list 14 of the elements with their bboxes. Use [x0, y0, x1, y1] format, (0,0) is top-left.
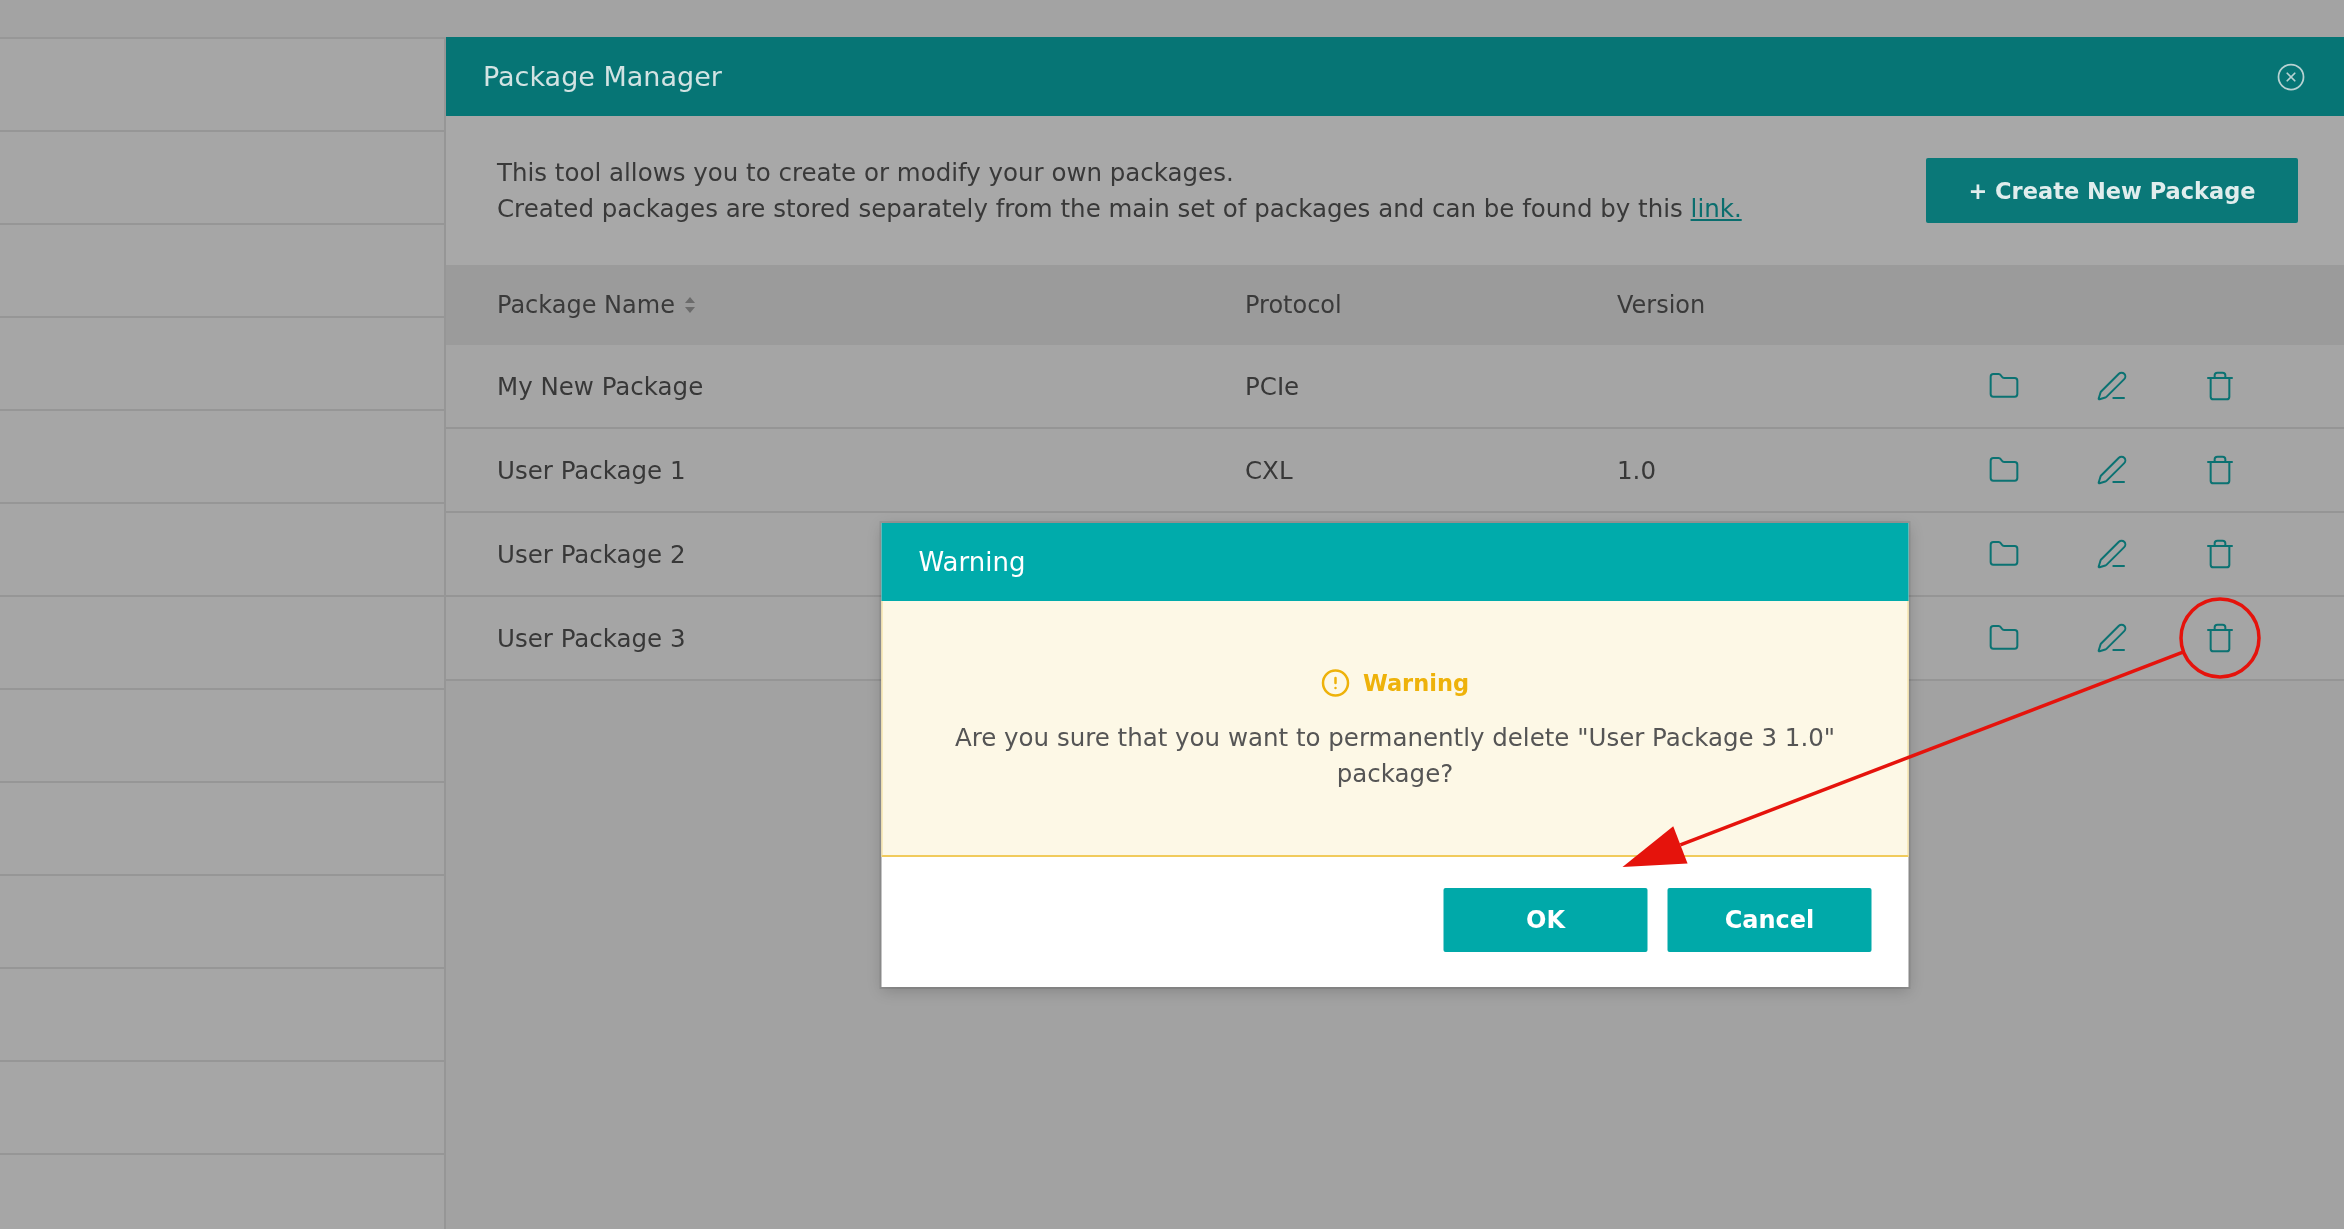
table-cell: User Package 2	[497, 539, 686, 569]
table-cell: PCIe	[1245, 371, 1300, 401]
dialog-title: Warning	[918, 547, 1026, 577]
table-cell: 1.0	[1617, 455, 1656, 485]
table-cell: User Package 3	[497, 623, 686, 653]
description-text: This tool allows you to create or modify your own packages. Created packages are stored separately from the main set of packages and can be found by this link.	[497, 156, 1742, 225]
table-cell: My New Package	[497, 371, 704, 401]
table-cell: CXL	[1245, 455, 1293, 485]
warning-heading: Warning	[1362, 670, 1470, 696]
column-header: Version	[1617, 291, 1706, 319]
table-cell: User Package 1	[497, 455, 686, 485]
panel-title: Package Manager	[483, 61, 722, 92]
warning-message: Are you sure that you want to permanently delete "User Package 3 1.0" package?	[953, 722, 1837, 790]
column-header: Protocol	[1245, 291, 1342, 319]
